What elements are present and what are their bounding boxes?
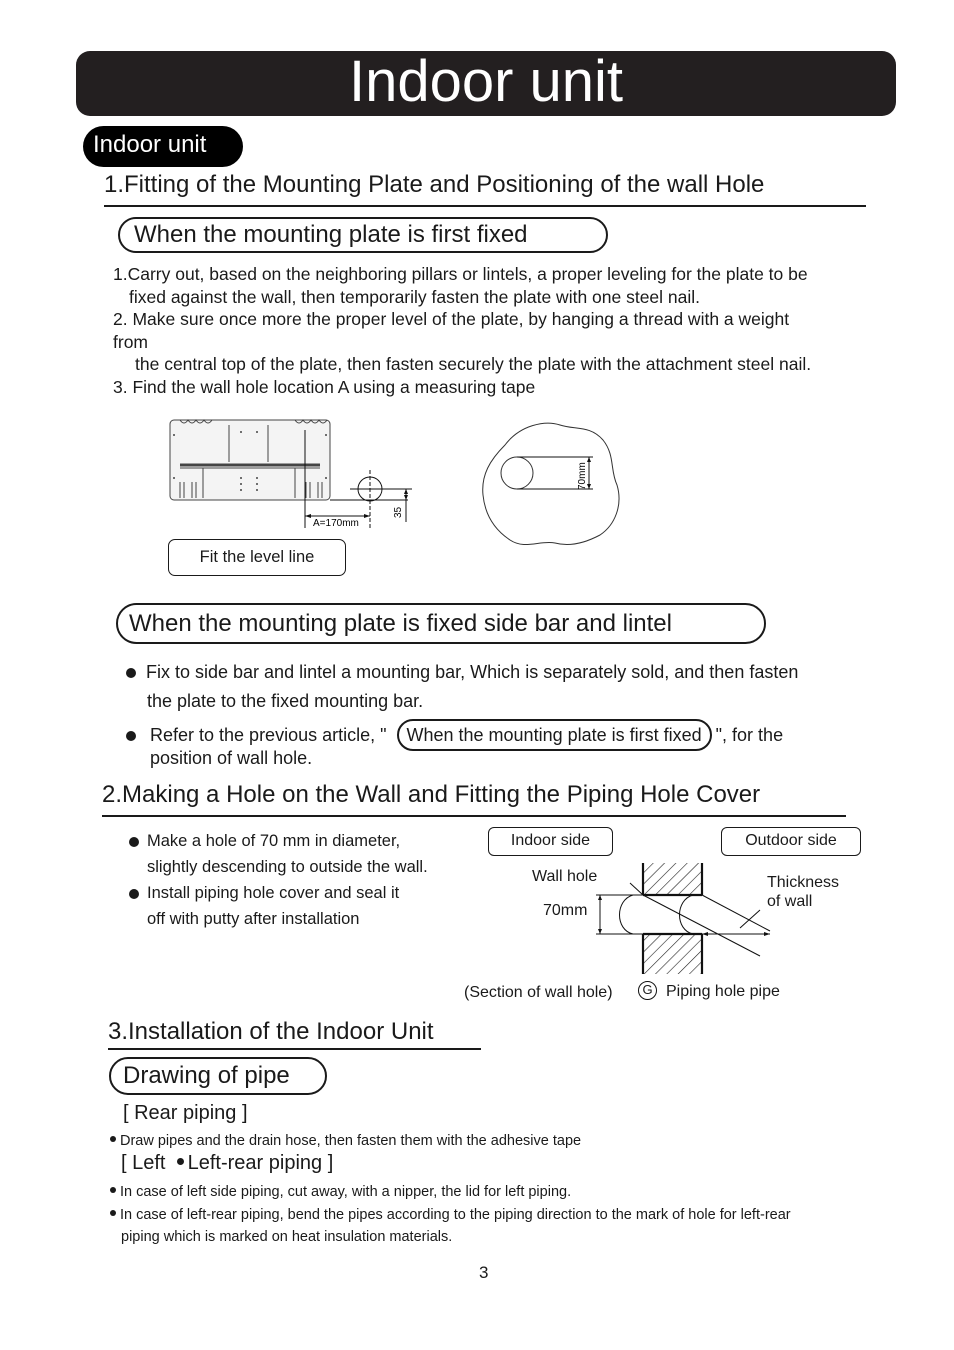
section-pill-label: Indoor unit — [93, 131, 207, 158]
section1-rule — [104, 205, 866, 207]
subsection-b-label: When the mounting plate is fixed side ba… — [129, 610, 672, 637]
outdoor-side-text: Outdoor side — [745, 832, 837, 849]
subsection-a-label: When the mounting plate is first fixed — [134, 221, 528, 248]
fit-level-line-caption: Fit the level line — [168, 539, 346, 576]
step-3: 3. Find the wall hole location A using a… — [113, 377, 536, 397]
section3-rule — [108, 1048, 481, 1050]
wall-section-figure — [596, 863, 771, 974]
step-2-line-3: the central top of the plate, then faste… — [135, 354, 812, 374]
bullet-2-suffix: ", for the — [715, 725, 784, 745]
left-piping-item-1-text: In case of left side piping, cut away, w… — [120, 1184, 572, 1200]
subsection-b-bullet-1-cont: the plate to the fixed mounting bar. — [147, 691, 424, 711]
wall-lower-hatch — [643, 934, 702, 974]
page-number: 3 — [479, 1263, 489, 1282]
step-2-line-1: 2. Make sure once more the proper level … — [113, 309, 790, 329]
reference-pill-link[interactable]: When the mounting plate is first fixed — [396, 719, 712, 751]
bullet-dot — [176, 1158, 184, 1166]
section-of-wall-hole-caption: (Section of wall hole) — [464, 984, 613, 1001]
banner-title: Indoor unit — [348, 49, 624, 114]
bullet-dot — [129, 888, 139, 899]
subsection-b-bullet-1: Fix to side bar and lintel a mounting ba… — [126, 658, 798, 687]
part-g-icon: G — [638, 981, 657, 1000]
step-1-line-2: fixed against the wall, then temporarily… — [129, 287, 701, 307]
thickness-label-2: of wall — [767, 893, 813, 910]
wall-hole-diameter-label: 70mm — [543, 902, 588, 919]
drawing-of-pipe-pill: Drawing of pipe — [109, 1057, 327, 1095]
left-piping-item-1: In case of left side piping, cut away, w… — [110, 1181, 571, 1203]
section2-bullet-1: Make a hole of 70 mm in diameter, — [129, 828, 400, 854]
left-piping-item-2: In case of left-rear piping, bend the pi… — [110, 1204, 791, 1226]
fit-level-line-label: Fit the level line — [199, 548, 315, 566]
outdoor-side-label: Outdoor side — [721, 827, 861, 856]
section1-heading: 1.Fitting of the Mounting Plate and Posi… — [104, 171, 765, 198]
wall-upper-hatch — [643, 863, 702, 895]
hole-circle — [500, 456, 534, 490]
section2-bullet-2: Install piping hole cover and seal it — [129, 880, 399, 906]
indoor-side-label: Indoor side — [488, 827, 613, 856]
bullet-2-prefix: Refer to the previous article, " — [150, 725, 387, 745]
section2-bullet-2-line-1: Install piping hole cover and seal it — [147, 884, 400, 902]
subsection-a-pill: When the mounting plate is first fixed — [118, 217, 608, 253]
left-piping-title: [ Left Left-rear piping ] — [121, 1152, 333, 1175]
dimension-a-label: A=170mm — [313, 518, 359, 529]
wall-hole-label: Wall hole — [532, 868, 598, 885]
bullet-dot — [126, 668, 136, 679]
drawing-of-pipe-label: Drawing of pipe — [123, 1062, 290, 1089]
rear-piping-title: [ Rear piping ] — [123, 1102, 248, 1124]
wall-hole-figure: 70mm — [482, 422, 620, 546]
bullet-dot — [110, 1136, 116, 1143]
piping-hole-pipe-caption: Piping hole pipe — [666, 983, 780, 1000]
pipe-outer-curve — [679, 894, 694, 935]
section2-heading: 2.Making a Hole on the Wall and Fitting … — [102, 781, 761, 808]
section2-bullet-1-cont: slightly descending to outside the wall. — [147, 858, 428, 876]
section2-bullet-2-cont: off with putty after installation — [147, 910, 360, 928]
section-pill: Indoor unit — [83, 126, 243, 167]
left-piping-item-2-cont: piping which is marked on heat insulatio… — [121, 1229, 453, 1245]
left-piping-item-2-text: In case of left-rear piping, bend the pi… — [120, 1207, 791, 1223]
section3-heading: 3.Installation of the Indoor Unit — [108, 1018, 434, 1045]
pipe-inner-curve — [619, 894, 634, 935]
indoor-side-text: Indoor side — [510, 832, 591, 849]
rear-piping-text: Draw pipes and the drain hose, then fast… — [120, 1133, 582, 1149]
subsection-b-pill: When the mounting plate is fixed side ba… — [116, 603, 766, 644]
bullet-dot — [110, 1210, 116, 1217]
page-banner: Indoor unit — [76, 51, 896, 116]
step-1-line-1: 1.Carry out, based on the neighboring pi… — [113, 264, 808, 284]
rear-piping-item: Draw pipes and the drain hose, then fast… — [110, 1130, 581, 1152]
section2-rule — [102, 815, 846, 817]
left-piping-title-a: [ Left — [121, 1152, 166, 1174]
wall-outline — [482, 422, 620, 546]
bullet-dot — [110, 1187, 116, 1194]
thickness-label-1: Thickness — [767, 874, 840, 891]
bullet-dot — [129, 836, 139, 847]
subsection-b-bullet-2-cont: position of wall hole. — [150, 748, 313, 768]
step-2-line-2: from — [113, 332, 148, 352]
dimension-35-label: 35 — [393, 506, 404, 518]
mounting-plate-figure: A=170mm 35 — [169, 419, 412, 529]
bullet-1-line-1: Fix to side bar and lintel a mounting ba… — [146, 662, 799, 682]
bullet-dot — [126, 731, 136, 742]
left-piping-title-b: Left-rear piping ] — [187, 1152, 334, 1174]
section2-bullet-1-line-1: Make a hole of 70 mm in diameter, — [147, 832, 401, 850]
hole-diameter-label: 70mm — [577, 462, 588, 490]
